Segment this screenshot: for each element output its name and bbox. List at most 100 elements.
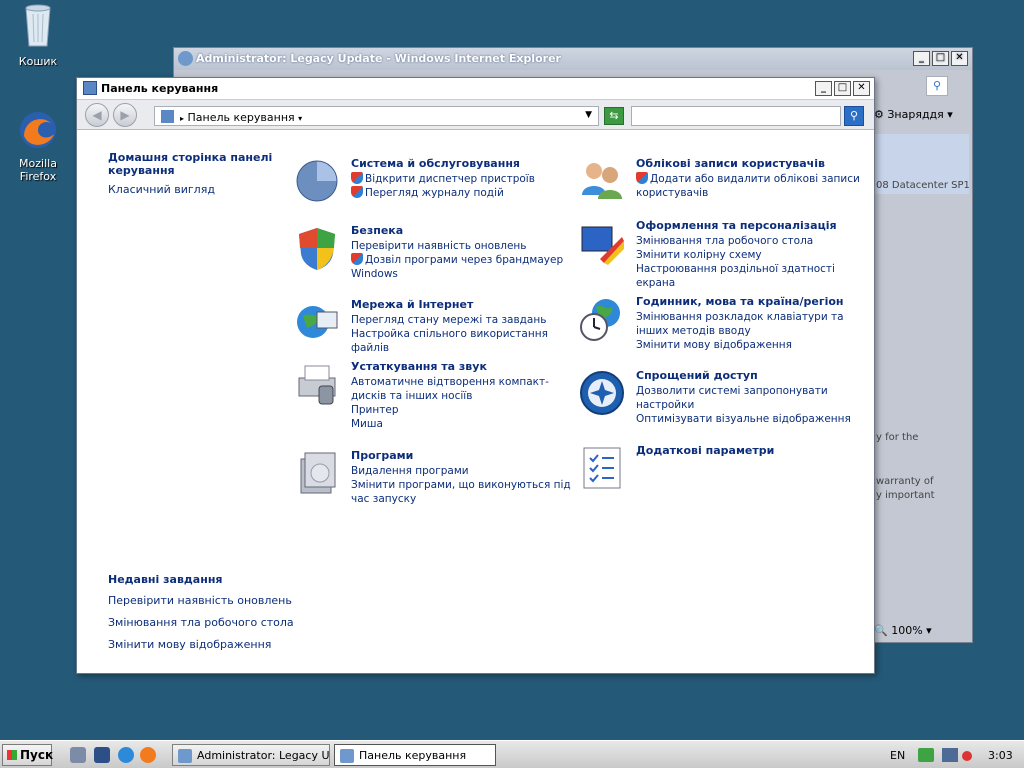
ie-icon [178,51,193,66]
task-link[interactable]: Відкрити диспетчер пристроїв [351,172,581,186]
control-panel-icon [161,110,174,123]
server-manager-icon[interactable] [70,747,86,763]
recent-task-item[interactable]: Змінити мову відображення [108,638,271,651]
address-bar[interactable]: ▸ Панель керування ▾ ▼ [154,106,599,126]
ease-of-access-icon [580,371,624,415]
category-system: Система й обслуговування Відкрити диспет… [296,157,581,202]
task-link[interactable]: Видалення програми [351,464,581,478]
task-link[interactable]: Змінити колірну схему [636,248,866,262]
category-security: Безпека Перевірити наявність оновлень До… [299,224,581,281]
clock-globe-icon [580,299,620,341]
ie-text: warranty of [876,476,934,487]
back-button[interactable]: ◀ [85,103,109,127]
close-button[interactable]: ✕ [853,81,870,96]
start-button[interactable]: Пуск [2,744,54,766]
task-link[interactable]: Змінювання розкладок клавіатури та інших… [636,310,866,338]
category-system-title[interactable]: Система й обслуговування [351,157,581,170]
task-link[interactable]: Дозвіл програми через брандмауер Windows [351,253,581,281]
printer-icon [298,365,336,405]
category-network-title[interactable]: Мережа й Інтернет [351,298,581,311]
task-link[interactable]: Принтер [351,403,581,417]
category-access-title[interactable]: Спрощений доступ [636,369,866,382]
category-programs: Програми Видалення програми Змінити прог… [300,449,581,506]
category-clock: Годинник, мова та країна/регіон Змінюван… [580,295,866,352]
category-security-title[interactable]: Безпека [351,224,581,237]
refresh-button[interactable]: ⇆ [604,107,624,125]
search-button[interactable]: ⚲ [844,106,864,126]
internet-explorer-icon[interactable] [118,747,134,763]
start-label: Пуск [20,748,54,762]
category-accounts-title[interactable]: Облікові записи користувачів [636,157,866,170]
task-label: Administrator: Legacy U... [197,749,330,762]
minimize-button[interactable]: _ [913,51,930,66]
desktop-icon-label: Mozilla Firefox [19,157,57,183]
ie-search-icon[interactable]: ⚲ [926,76,948,96]
ie-text: 08 Datacenter SP1 [876,180,970,191]
appearance-icon [581,226,624,265]
firefox-icon [20,112,56,148]
system-maintenance-icon [296,160,338,202]
volume-muted-icon[interactable] [962,751,972,761]
cp-title-bar[interactable]: Панель керування _ □ ✕ [77,78,874,100]
task-link[interactable]: Оптимізувати візуальне відображення [636,412,866,426]
chevron-down-icon[interactable]: ▼ [585,110,592,120]
task-link[interactable]: Перевірити наявність оновлень [351,239,581,253]
cp-title: Панель керування [101,82,219,95]
task-link[interactable]: Миша [351,417,581,431]
recent-task-item[interactable]: Змінювання тла робочого стола [108,616,294,629]
category-clock-title[interactable]: Годинник, мова та країна/регіон [636,295,866,308]
ie-title: Administrator: Legacy Update - Windows I… [196,52,561,65]
task-link[interactable]: Перегляд журналу подій [351,186,581,200]
category-access: Спрощений доступ Дозволити системі запро… [580,369,866,426]
recycle-bin-icon [25,4,51,47]
ie-title-bar[interactable]: Administrator: Legacy Update - Windows I… [174,48,972,70]
recent-task-item[interactable]: Перевірити наявність оновлень [108,594,292,607]
category-programs-title[interactable]: Програми [351,449,581,462]
search-input[interactable] [631,106,841,126]
taskbar-item-control-panel[interactable]: Панель керування [334,744,496,766]
category-hardware: Устаткування та звук Автоматичне відтвор… [298,360,581,431]
task-link[interactable]: Змінити програми, що виконуються під час… [351,478,581,506]
desktop-icon-firefox[interactable]: Mozilla Firefox [0,108,76,183]
task-link[interactable]: Перегляд стану мережі та завдань [351,313,581,327]
ie-zoom[interactable]: 🔍 100% ▾ [874,624,932,637]
minimize-button[interactable]: _ [815,81,832,96]
security-shield-icon [299,228,335,270]
clock[interactable]: 3:03 [988,749,1013,762]
cp-navigation-bar: ◀ ▶ ▸ Панель керування ▾ ▼ ⇆ ⚲ [77,100,874,130]
additional-options-icon [583,447,621,489]
maximize-button[interactable]: □ [834,81,851,96]
category-accounts: Облікові записи користувачів Додати або … [582,157,866,200]
forward-button[interactable]: ▶ [113,103,137,127]
control-panel-window[interactable]: Панель керування _ □ ✕ ◀ ▶ ▸ Панель керу… [76,77,875,674]
sidebar-home-link[interactable]: Домашня сторінка панелі керування [108,151,283,177]
control-panel-icon [83,81,97,95]
desktop-icon-recycle-bin[interactable]: Кошик [0,2,76,68]
ie-tools-label: Знаряддя [887,108,944,121]
network-icon[interactable] [942,748,958,762]
task-link[interactable]: Настройка спільного використання файлів [351,327,581,355]
taskbar-item-ie[interactable]: Administrator: Legacy U... [172,744,330,766]
desktop-icon-label: Кошик [18,55,58,68]
close-button[interactable]: ✕ [951,51,968,66]
task-label: Панель керування [359,749,467,762]
task-link[interactable]: Змінювання тла робочого стола [636,234,866,248]
action-center-icon[interactable] [918,748,934,762]
show-desktop-icon[interactable] [94,747,110,763]
category-network: Мережа й Інтернет Перегляд стану мережі … [297,298,581,355]
firefox-icon[interactable] [140,747,156,763]
task-link[interactable]: Додати або видалити облікові записи кори… [636,172,866,200]
category-appearance: Оформлення та персоналізація Змінювання … [581,219,866,290]
task-link[interactable]: Дозволити системі запропонувати настройк… [636,384,866,412]
category-hardware-title[interactable]: Устаткування та звук [351,360,581,373]
ie-text: y for the [876,432,919,443]
category-additional-title[interactable]: Додаткові параметри [636,444,866,457]
sidebar-classic-view[interactable]: Класичний вигляд [108,183,215,196]
task-link[interactable]: Змінити мову відображення [636,338,866,352]
task-link[interactable]: Автоматичне відтворення компакт-дисків т… [351,375,581,403]
category-appearance-title[interactable]: Оформлення та персоналізація [636,219,866,232]
language-indicator[interactable]: EN [890,749,905,762]
task-link[interactable]: Настроювання роздільної здатності екрана [636,262,866,290]
maximize-button[interactable]: □ [932,51,949,66]
ie-tools-menu[interactable]: ⚙ Знаряддя ▾ [874,108,953,121]
